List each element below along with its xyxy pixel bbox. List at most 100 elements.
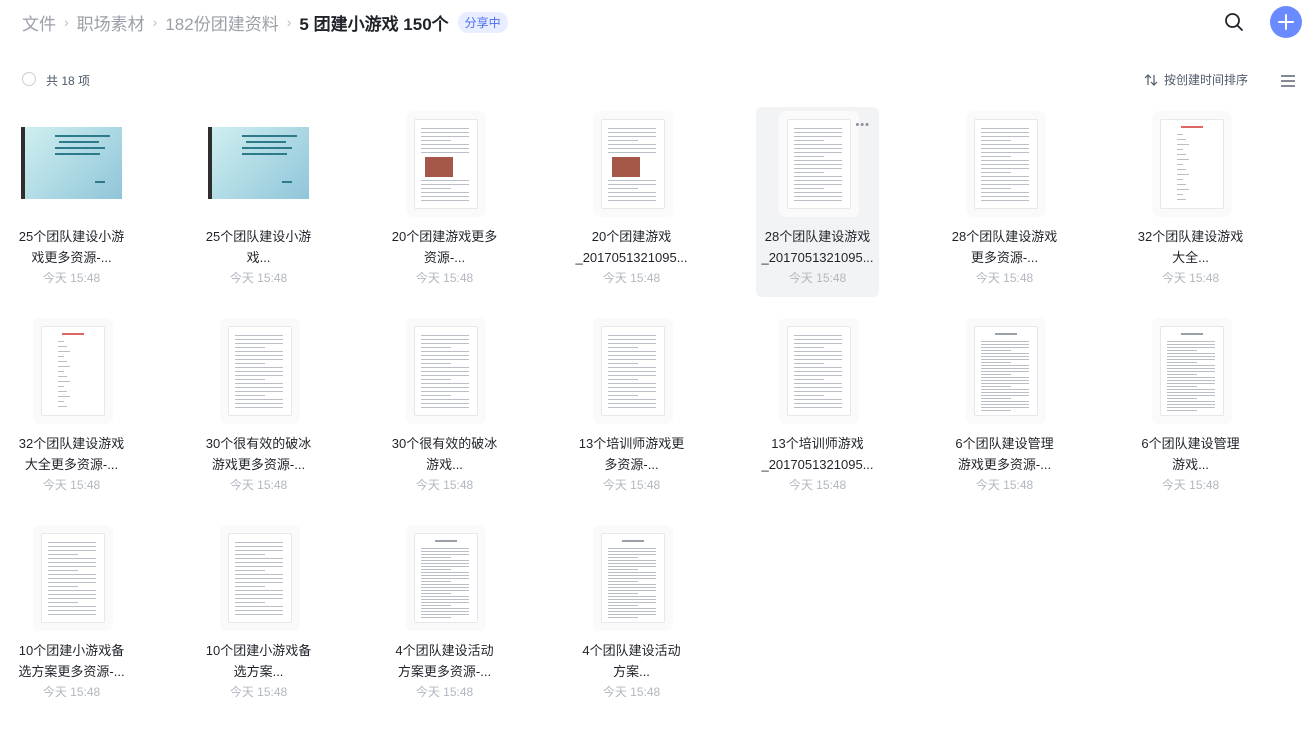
- file-name-line2: 方案更多资源-...: [397, 664, 492, 679]
- file-thumbnail: [954, 326, 1055, 416]
- file-name-line2: 资源-...: [423, 250, 466, 265]
- file-time: 今天 15:48: [975, 271, 1034, 285]
- file-card[interactable]: 13个培训师游戏 _2017051321095... 今天 15:48: [756, 314, 879, 504]
- file-thumbnail: [208, 533, 309, 623]
- file-name: 6个团队建设管理 游戏...: [1133, 433, 1248, 475]
- file-name-line1: 4个团队建设活动: [582, 643, 681, 658]
- file-name: 20个团建游戏 _2017051321095...: [574, 226, 689, 268]
- file-name-line2: 游戏更多资源-...: [211, 457, 306, 472]
- file-card[interactable]: 6个团队建设管理 游戏更多资源-... 今天 15:48: [943, 314, 1066, 504]
- document-preview: [228, 533, 292, 623]
- file-name: 25个团队建设小游 戏...: [201, 226, 316, 268]
- sort-button[interactable]: 按创建时间排序: [1144, 71, 1248, 88]
- file-name-line2: 选方案更多资源-...: [18, 664, 125, 679]
- file-card[interactable]: 6个团队建设管理 游戏... 今天 15:48: [1129, 314, 1252, 504]
- document-preview: [974, 326, 1038, 416]
- file-name: 32个团队建设游戏 大全...: [1133, 226, 1248, 268]
- file-name: 4个团队建设活动 方案...: [574, 640, 689, 682]
- document-preview: [414, 326, 478, 416]
- file-time: 今天 15:48: [1161, 271, 1220, 285]
- document-preview: [601, 119, 665, 209]
- file-name-line1: 32个团队建设游戏: [18, 436, 125, 451]
- file-name-line1: 32个团队建设游戏: [1137, 229, 1244, 244]
- file-thumbnail: [767, 119, 868, 209]
- plus-icon: [1278, 14, 1294, 30]
- file-name: 10个团建小游戏备 选方案更多资源-...: [14, 640, 129, 682]
- file-name-line1: 20个团建游戏更多: [391, 229, 498, 244]
- file-card[interactable]: 4个团队建设活动 方案更多资源-... 今天 15:48: [383, 521, 506, 711]
- breadcrumb-item-team-materials[interactable]: 182份团建资料: [165, 10, 278, 35]
- file-name-line1: 25个团队建设小游: [18, 229, 125, 244]
- breadcrumb-separator-icon: ›: [152, 14, 158, 30]
- file-thumbnail: [394, 119, 495, 209]
- add-button[interactable]: [1270, 6, 1302, 38]
- file-name-line2: 戏更多资源-...: [31, 250, 112, 265]
- file-time: 今天 15:48: [42, 685, 101, 699]
- list-view-icon[interactable]: [1280, 74, 1296, 87]
- file-name-line2: 游戏...: [1172, 457, 1209, 472]
- file-name: 25个团队建设小游 戏更多资源-...: [14, 226, 129, 268]
- document-preview: [41, 533, 105, 623]
- file-card[interactable]: 10个团建小游戏备 选方案更多资源-... 今天 15:48: [10, 521, 133, 711]
- file-card[interactable]: 28个团队建设游戏 更多资源-... 今天 15:48: [943, 107, 1066, 297]
- breadcrumb: 文件 › 职场素材 › 182份团建资料 › 5 团建小游戏 150个 分享中: [22, 10, 508, 34]
- file-time: 今天 15:48: [602, 478, 661, 492]
- file-thumbnail: [394, 326, 495, 416]
- breadcrumb-item-workplace[interactable]: 职场素材: [77, 10, 145, 35]
- search-icon[interactable]: [1222, 10, 1246, 34]
- file-name-line1: 20个团建游戏: [591, 229, 672, 244]
- file-thumbnail: [21, 533, 122, 623]
- document-preview: [601, 326, 665, 416]
- file-card[interactable]: 25个团队建设小游 戏更多资源-... 今天 15:48: [10, 107, 133, 297]
- file-time: 今天 15:48: [788, 271, 847, 285]
- file-name: 28个团队建设游戏 更多资源-...: [947, 226, 1062, 268]
- breadcrumb-separator-icon: ›: [286, 14, 292, 30]
- file-thumbnail: [208, 119, 309, 209]
- file-name-line1: 25个团队建设小游: [205, 229, 312, 244]
- file-name: 32个团队建设游戏 大全更多资源-...: [14, 433, 129, 475]
- file-thumbnail: [767, 326, 868, 416]
- file-card[interactable]: 4个团队建设活动 方案... 今天 15:48: [570, 521, 693, 711]
- file-card[interactable]: 32个团队建设游戏 大全更多资源-... 今天 15:48: [10, 314, 133, 504]
- file-time: 今天 15:48: [229, 685, 288, 699]
- share-status-badge: 分享中: [457, 11, 508, 33]
- header: 文件 › 职场素材 › 182份团建资料 › 5 团建小游戏 150个 分享中: [0, 0, 1310, 48]
- file-card[interactable]: ••• 28个团队建设游戏 _2017051321095... 今天 15:48: [756, 107, 879, 297]
- toolbar: 共 18 项 按创建时间排序: [0, 66, 1310, 94]
- file-name-line2: 更多资源-...: [970, 250, 1039, 265]
- file-card[interactable]: 20个团建游戏 _2017051321095... 今天 15:48: [570, 107, 693, 297]
- file-name-line2: _2017051321095...: [761, 457, 874, 472]
- file-name-line1: 6个团队建设管理: [1141, 436, 1240, 451]
- file-card[interactable]: 32个团队建设游戏 大全... 今天 15:48: [1129, 107, 1252, 297]
- file-name-line2: 戏...: [246, 250, 271, 265]
- file-thumbnail: [21, 326, 122, 416]
- sort-label: 按创建时间排序: [1164, 73, 1249, 87]
- file-card[interactable]: 13个培训师游戏更 多资源-... 今天 15:48: [570, 314, 693, 504]
- file-card[interactable]: 30个很有效的破冰 游戏更多资源-... 今天 15:48: [197, 314, 320, 504]
- file-thumbnail: [394, 533, 495, 623]
- document-preview: [414, 533, 478, 623]
- document-preview: [41, 326, 105, 416]
- document-preview: [974, 119, 1038, 209]
- page-title: 5 团建小游戏 150个: [299, 14, 449, 34]
- file-time: 今天 15:48: [42, 271, 101, 285]
- file-card[interactable]: 10个团建小游戏备 选方案... 今天 15:48: [197, 521, 320, 711]
- file-time: 今天 15:48: [788, 478, 847, 492]
- item-count: 共 18 项: [46, 74, 91, 88]
- file-time: 今天 15:48: [415, 478, 474, 492]
- file-thumbnail: [21, 119, 122, 209]
- breadcrumb-item-files[interactable]: 文件: [22, 10, 56, 35]
- file-name: 28个团队建设游戏 _2017051321095...: [760, 226, 875, 268]
- more-icon[interactable]: •••: [855, 119, 870, 131]
- file-name: 10个团建小游戏备 选方案...: [201, 640, 316, 682]
- file-card[interactable]: 20个团建游戏更多 资源-... 今天 15:48: [383, 107, 506, 297]
- sort-arrows-icon: [1144, 73, 1158, 86]
- file-card[interactable]: 25个团队建设小游 戏... 今天 15:48: [197, 107, 320, 297]
- select-all-checkbox[interactable]: [22, 72, 36, 86]
- file-name-line1: 4个团队建设活动: [395, 643, 494, 658]
- file-name: 6个团队建设管理 游戏更多资源-...: [947, 433, 1062, 475]
- file-name-line1: 6个团队建设管理: [955, 436, 1054, 451]
- file-name-line2: 方案...: [613, 664, 650, 679]
- file-card[interactable]: 30个很有效的破冰 游戏... 今天 15:48: [383, 314, 506, 504]
- file-name: 30个很有效的破冰 游戏...: [387, 433, 502, 475]
